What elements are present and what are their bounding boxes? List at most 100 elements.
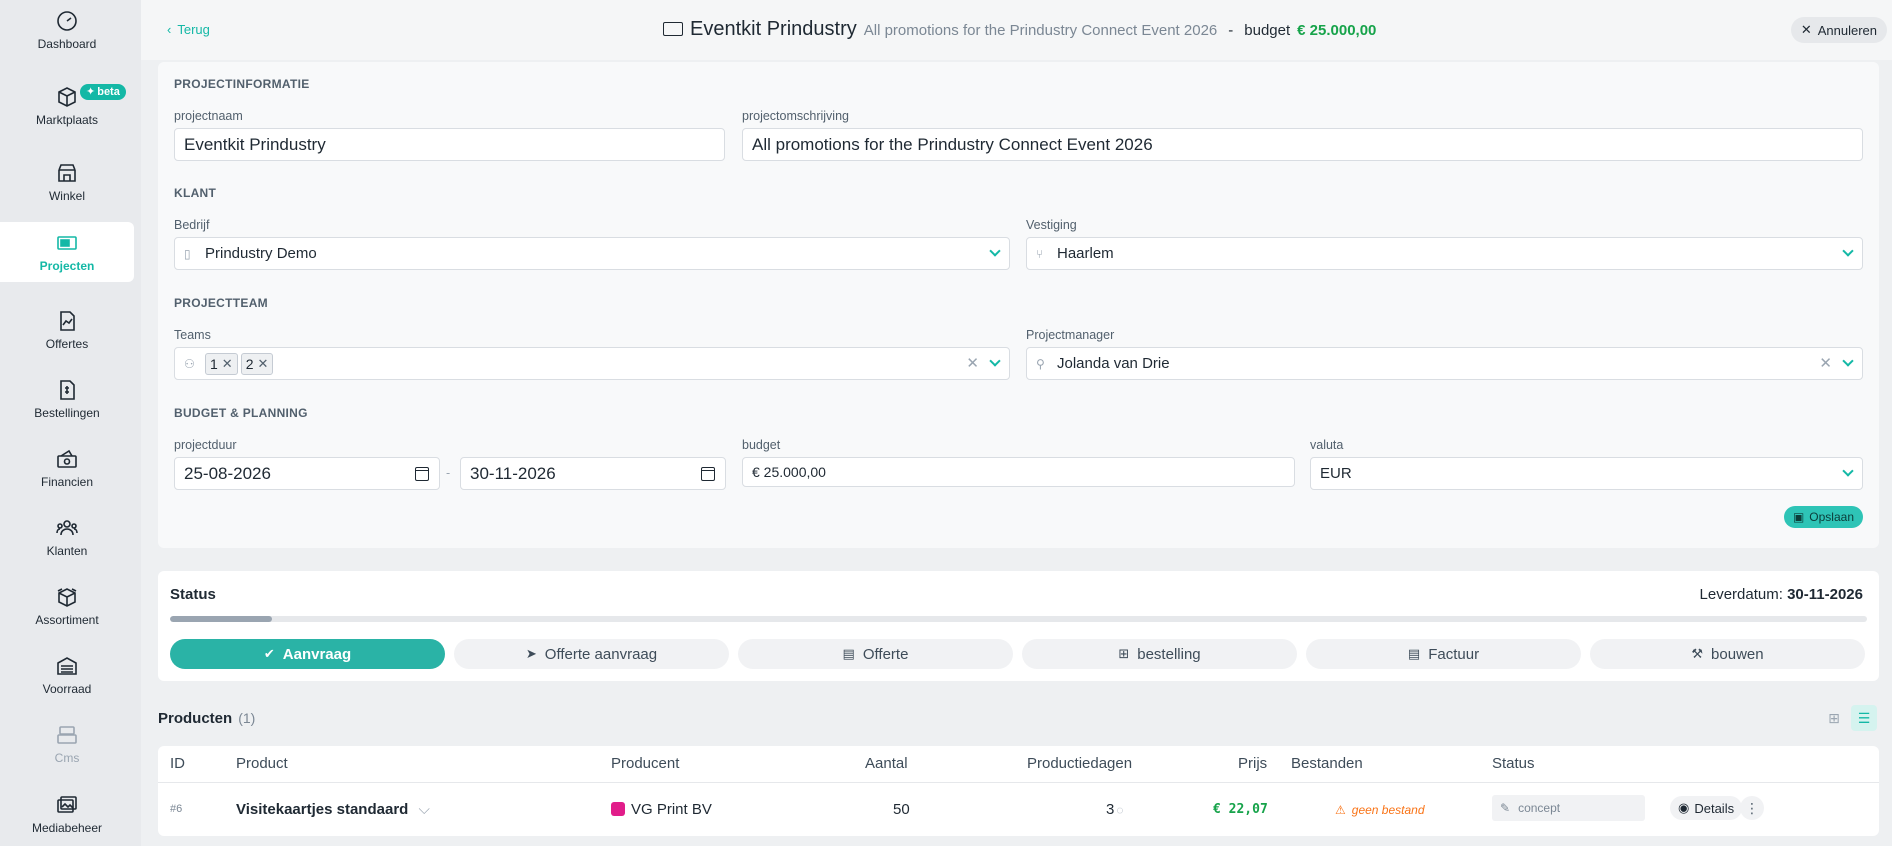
invoice-icon (60, 380, 75, 400)
chevron-down-icon (989, 245, 1001, 257)
calendar-icon[interactable] (701, 467, 715, 481)
start-date-input[interactable]: 25-08-2026 (174, 457, 440, 490)
money-icon (57, 449, 77, 468)
status-step-factuur[interactable]: ▤ Factuur (1306, 639, 1581, 669)
box-icon (57, 588, 77, 607)
sidebar-item-dashboard[interactable]: Dashboard (0, 0, 134, 60)
end-date-input[interactable]: 30-11-2026 (460, 457, 726, 490)
sidebar-item-mediabeheer[interactable]: Mediabeheer (0, 784, 134, 844)
sidebar-item-label: Projecten (39, 259, 95, 273)
invoice-icon: ▤ (1407, 646, 1421, 661)
team-chip[interactable]: 2 ✕ (240, 352, 274, 375)
remove-chip-icon[interactable]: ✕ (258, 356, 269, 372)
sidebar-item-projecten[interactable]: Projecten (0, 222, 134, 282)
send-icon: ➤ (525, 646, 537, 661)
description-label: projectomschrijving (742, 109, 849, 123)
title-separator: - (1228, 22, 1234, 39)
clear-icon[interactable]: ✕ (966, 354, 979, 372)
store-icon (58, 164, 76, 182)
table-row[interactable]: #6 Visitekaartjes standaard ⌵ VG Print B… (158, 782, 1879, 836)
sidebar-item-financien[interactable]: Financien (0, 438, 134, 498)
build-icon: ⚒ (1691, 646, 1704, 661)
chevron-down-icon[interactable]: ⌵ (419, 801, 430, 818)
sidebar-item-cms[interactable]: Cms (0, 714, 134, 774)
status-step-offerte-aanvraag[interactable]: ➤ Offerte aanvraag (454, 639, 729, 669)
sidebar-item-label: Offertes (45, 337, 89, 351)
grid-view-button[interactable]: ⊞ (1821, 705, 1847, 731)
status-step-offerte[interactable]: ▤ Offerte (738, 639, 1013, 669)
branch-label: Vestiging (1026, 218, 1077, 232)
kebab-menu-icon: ⋮ (1745, 799, 1759, 816)
sidebar-item-assortiment[interactable]: Assortiment (0, 576, 134, 636)
beta-badge: ✦ beta (80, 84, 126, 100)
chevron-down-icon (1842, 465, 1854, 477)
budget-input[interactable]: € 25.000,00 (742, 457, 1295, 487)
clear-icon[interactable]: ✕ (1819, 354, 1832, 372)
section-title-client: KLANT (174, 186, 217, 200)
sparkle-icon: ✦ (86, 86, 96, 98)
sidebar-item-label: Winkel (48, 189, 85, 203)
warning-icon: ⚠ (1335, 803, 1346, 817)
save-icon: ▣ (1792, 510, 1805, 524)
status-step-bestelling[interactable]: ⊞ bestelling (1022, 639, 1297, 669)
remove-chip-icon[interactable]: ✕ (222, 356, 233, 372)
sidebar-item-marktplaats[interactable]: Marktplaats ✦ beta (0, 76, 134, 136)
column-header: Status (1492, 755, 1535, 772)
currency-select[interactable]: EUR (1310, 457, 1863, 490)
more-options-button[interactable]: ⋮ (1740, 796, 1764, 820)
page-title: Eventkit Prindustry (690, 18, 857, 40)
column-header: Productiedagen (1027, 755, 1133, 772)
manager-select[interactable]: ⚲ Jolanda van Drie ✕ (1026, 347, 1863, 380)
sidebar-item-offertes[interactable]: Offertes (0, 300, 134, 360)
progress-fill (170, 616, 272, 622)
comment-icon: ◌ (1116, 803, 1124, 817)
list-icon: ☰ (1857, 709, 1871, 726)
chevron-down-icon (1842, 355, 1854, 367)
teams-multiselect[interactable]: ⚇ 1 ✕ 2 ✕ ✕ (174, 347, 1010, 380)
products-count: (1) (238, 710, 256, 726)
status-step-bouwen[interactable]: ⚒ bouwen (1590, 639, 1865, 669)
products-table: ID Product Producent Aantal Productiedag… (158, 746, 1879, 836)
close-icon: ✕ (1800, 22, 1812, 37)
save-button[interactable]: ▣ Opslaan (1783, 506, 1863, 528)
chevron-down-icon (1842, 245, 1854, 257)
cancel-button[interactable]: ✕ Annuleren (1790, 17, 1887, 43)
images-icon (57, 796, 77, 813)
row-price: € 22,07 (1213, 802, 1268, 817)
sidebar-item-label: Marktplaats (35, 113, 99, 127)
sidebar-item-label: Mediabeheer (31, 821, 103, 835)
sidebar-item-label: Klanten (46, 544, 88, 558)
column-header: ID (170, 755, 185, 772)
sidebar-item-bestellingen[interactable]: Bestellingen (0, 369, 134, 429)
column-header: Aantal (865, 755, 908, 772)
producer-logo (611, 802, 625, 816)
edit-icon: ✎ (1500, 801, 1511, 815)
status-step-aanvraag[interactable]: ✔ Aanvraag (170, 639, 445, 669)
sidebar-item-label: Bestellingen (34, 406, 100, 420)
company-label: Bedrijf (174, 218, 210, 232)
branch-select[interactable]: ⑂ Haarlem (1026, 237, 1863, 270)
package-icon (58, 87, 76, 107)
projectname-input[interactable]: Eventkit Prindustry (174, 128, 725, 161)
sidebar-item-label: Voorraad (42, 682, 92, 696)
row-product[interactable]: Visitekaartjes standaard ⌵ (236, 801, 430, 818)
back-link[interactable]: ‹ Terug (167, 22, 210, 37)
sidebar-item-voorraad[interactable]: Voorraad (0, 645, 134, 705)
sidebar-item-label: Dashboard (37, 37, 97, 51)
description-input[interactable]: All promotions for the Prindustry Connec… (742, 128, 1863, 161)
details-button[interactable]: ◉ Details (1670, 796, 1743, 820)
team-chip[interactable]: 1 ✕ (205, 352, 238, 375)
company-select[interactable]: ▯ Prindustry Demo (174, 237, 1010, 270)
sidebar-item-winkel[interactable]: Winkel (0, 152, 134, 212)
calendar-icon[interactable] (415, 467, 429, 481)
column-header: Prijs (1238, 755, 1268, 772)
section-title-info: PROJECTINFORMATIE (174, 77, 310, 91)
chart-document-icon (60, 311, 75, 331)
duration-label: projectduur (174, 438, 237, 452)
eye-icon: ◉ (1678, 800, 1690, 815)
project-icon (57, 236, 77, 250)
row-id: #6 (170, 803, 183, 815)
currency-label: valuta (1310, 438, 1344, 452)
list-view-button[interactable]: ☰ (1851, 705, 1877, 731)
sidebar-item-klanten[interactable]: Klanten (0, 507, 134, 567)
